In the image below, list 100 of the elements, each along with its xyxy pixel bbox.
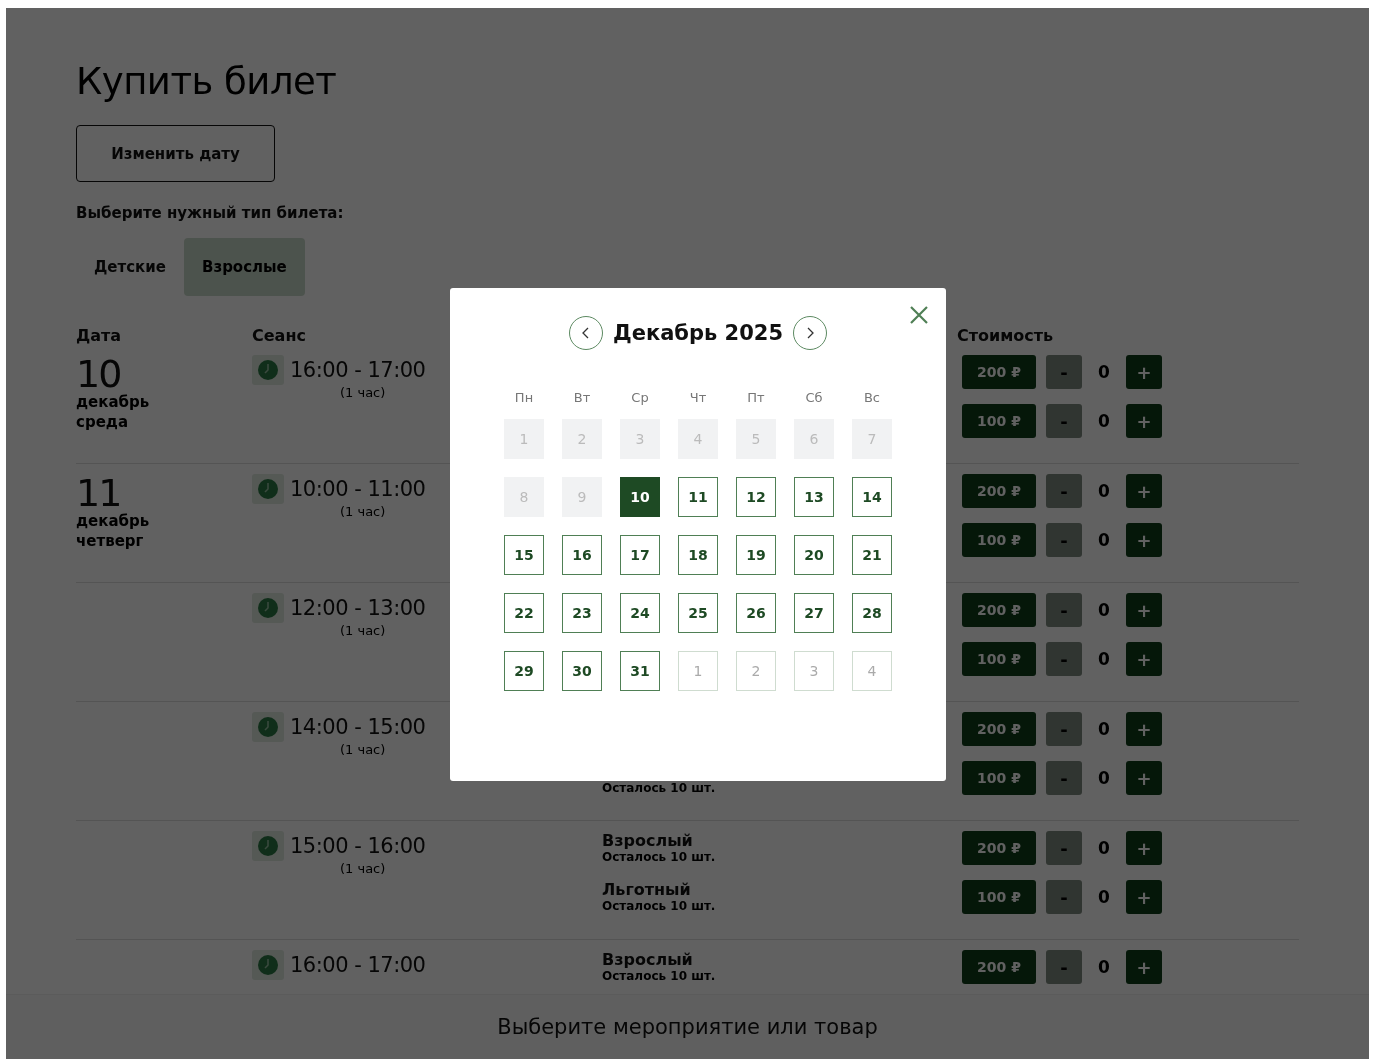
- increase-button[interactable]: +: [1126, 642, 1162, 676]
- calendar-day[interactable]: 12: [736, 477, 776, 517]
- clock-icon: [252, 831, 284, 861]
- calendar-day[interactable]: 25: [678, 593, 718, 633]
- ticket-name: Льготный: [602, 880, 692, 899]
- ticket-count: 0: [1097, 411, 1111, 431]
- price-button[interactable]: 200 ₽: [962, 355, 1036, 389]
- increase-button[interactable]: +: [1126, 474, 1162, 508]
- calendar-day[interactable]: 21: [852, 535, 892, 575]
- calendar-day[interactable]: 24: [620, 593, 660, 633]
- decrease-button[interactable]: -: [1046, 761, 1082, 795]
- session-duration: (1 час): [340, 385, 386, 400]
- calendar-day[interactable]: 28: [852, 593, 892, 633]
- increase-button[interactable]: +: [1126, 593, 1162, 627]
- decrease-button[interactable]: -: [1046, 831, 1082, 865]
- increase-button[interactable]: +: [1126, 712, 1162, 746]
- session-time: 14:00 - 15:00: [290, 715, 426, 739]
- increase-button[interactable]: +: [1126, 404, 1162, 438]
- increase-button[interactable]: +: [1126, 761, 1162, 795]
- chevron-right-icon: [805, 327, 816, 339]
- date-day: 11: [76, 474, 121, 512]
- calendar-day[interactable]: 26: [736, 593, 776, 633]
- date-day: 10: [76, 355, 121, 393]
- ticket-count: 0: [1097, 481, 1111, 501]
- next-month-button[interactable]: [793, 316, 828, 350]
- weekday-label: Вс: [862, 390, 882, 405]
- price-button[interactable]: 100 ₽: [962, 642, 1036, 676]
- price-button[interactable]: 200 ₽: [962, 950, 1036, 984]
- increase-button[interactable]: +: [1126, 880, 1162, 914]
- decrease-button[interactable]: -: [1046, 593, 1082, 627]
- increase-button[interactable]: +: [1126, 950, 1162, 984]
- calendar-month-title: Декабрь 2025: [612, 321, 784, 345]
- calendar-day[interactable]: 31: [620, 651, 660, 691]
- calendar-day[interactable]: 10: [620, 477, 660, 517]
- decrease-button[interactable]: -: [1046, 404, 1082, 438]
- decrease-button[interactable]: -: [1046, 355, 1082, 389]
- calendar-day[interactable]: 4: [852, 651, 892, 691]
- ticket-count: 0: [1097, 887, 1111, 907]
- calendar-day[interactable]: 30: [562, 651, 602, 691]
- session-time: 16:00 - 17:00: [290, 953, 426, 977]
- price-button[interactable]: 200 ₽: [962, 593, 1036, 627]
- calendar-day[interactable]: 13: [794, 477, 834, 517]
- price-button[interactable]: 200 ₽: [962, 831, 1036, 865]
- date-month: декабрь: [76, 393, 150, 413]
- ticket-type-tab[interactable]: Детские: [76, 238, 184, 296]
- increase-button[interactable]: +: [1126, 831, 1162, 865]
- price-button[interactable]: 100 ₽: [962, 523, 1036, 557]
- calendar-day[interactable]: 27: [794, 593, 834, 633]
- ticket-count: 0: [1097, 768, 1111, 788]
- ticket-remaining: Осталось 10 шт.: [602, 899, 717, 913]
- clock-icon: [252, 712, 284, 742]
- column-header: Дата: [76, 326, 122, 345]
- calendar-day[interactable]: 3: [794, 651, 834, 691]
- clock-icon: [252, 593, 284, 623]
- ticket-remaining: Осталось 10 шт.: [602, 850, 717, 864]
- increase-button[interactable]: +: [1126, 355, 1162, 389]
- session-duration: (1 час): [340, 623, 386, 638]
- calendar-day[interactable]: 22: [504, 593, 544, 633]
- weekday-label: Вт: [572, 390, 592, 405]
- weekday-label: Пт: [746, 390, 766, 405]
- decrease-button[interactable]: -: [1046, 712, 1082, 746]
- decrease-button[interactable]: -: [1046, 950, 1082, 984]
- calendar-day[interactable]: 1: [678, 651, 718, 691]
- calendar-day[interactable]: 20: [794, 535, 834, 575]
- ticket-count: 0: [1097, 649, 1111, 669]
- ticket-name: Взрослый: [602, 831, 694, 850]
- clock-icon: [252, 474, 284, 504]
- date-weekday: среда: [76, 412, 129, 432]
- price-button[interactable]: 100 ₽: [962, 404, 1036, 438]
- calendar-day[interactable]: 23: [562, 593, 602, 633]
- weekday-label: Ср: [630, 390, 650, 405]
- change-date-button[interactable]: Изменить дату: [76, 125, 275, 182]
- session-duration: (1 час): [340, 861, 386, 876]
- decrease-button[interactable]: -: [1046, 474, 1082, 508]
- decrease-button[interactable]: -: [1046, 880, 1082, 914]
- calendar-day[interactable]: 18: [678, 535, 718, 575]
- calendar-day[interactable]: 11: [678, 477, 718, 517]
- calendar-day[interactable]: 16: [562, 535, 602, 575]
- clock-icon: [252, 950, 284, 980]
- calendar-day[interactable]: 14: [852, 477, 892, 517]
- calendar-day[interactable]: 19: [736, 535, 776, 575]
- session-time: 16:00 - 17:00: [290, 358, 426, 382]
- calendar-day[interactable]: 29: [504, 651, 544, 691]
- weekday-label: Пн: [513, 390, 535, 405]
- decrease-button[interactable]: -: [1046, 523, 1082, 557]
- decrease-button[interactable]: -: [1046, 642, 1082, 676]
- ticket-type-tab[interactable]: Взрослые: [184, 238, 305, 296]
- price-button[interactable]: 100 ₽: [962, 761, 1036, 795]
- weekday-label: Сб: [804, 390, 824, 405]
- ticket-remaining: Осталось 10 шт.: [602, 969, 717, 983]
- price-button[interactable]: 100 ₽: [962, 880, 1036, 914]
- calendar-day[interactable]: 2: [736, 651, 776, 691]
- increase-button[interactable]: +: [1126, 523, 1162, 557]
- previous-month-button[interactable]: [568, 316, 603, 350]
- calendar-day[interactable]: 17: [620, 535, 660, 575]
- calendar-day[interactable]: 15: [504, 535, 544, 575]
- price-button[interactable]: 200 ₽: [962, 474, 1036, 508]
- price-button[interactable]: 200 ₽: [962, 712, 1036, 746]
- page-title: Купить билет: [76, 60, 338, 103]
- session-time: 10:00 - 11:00: [290, 477, 426, 501]
